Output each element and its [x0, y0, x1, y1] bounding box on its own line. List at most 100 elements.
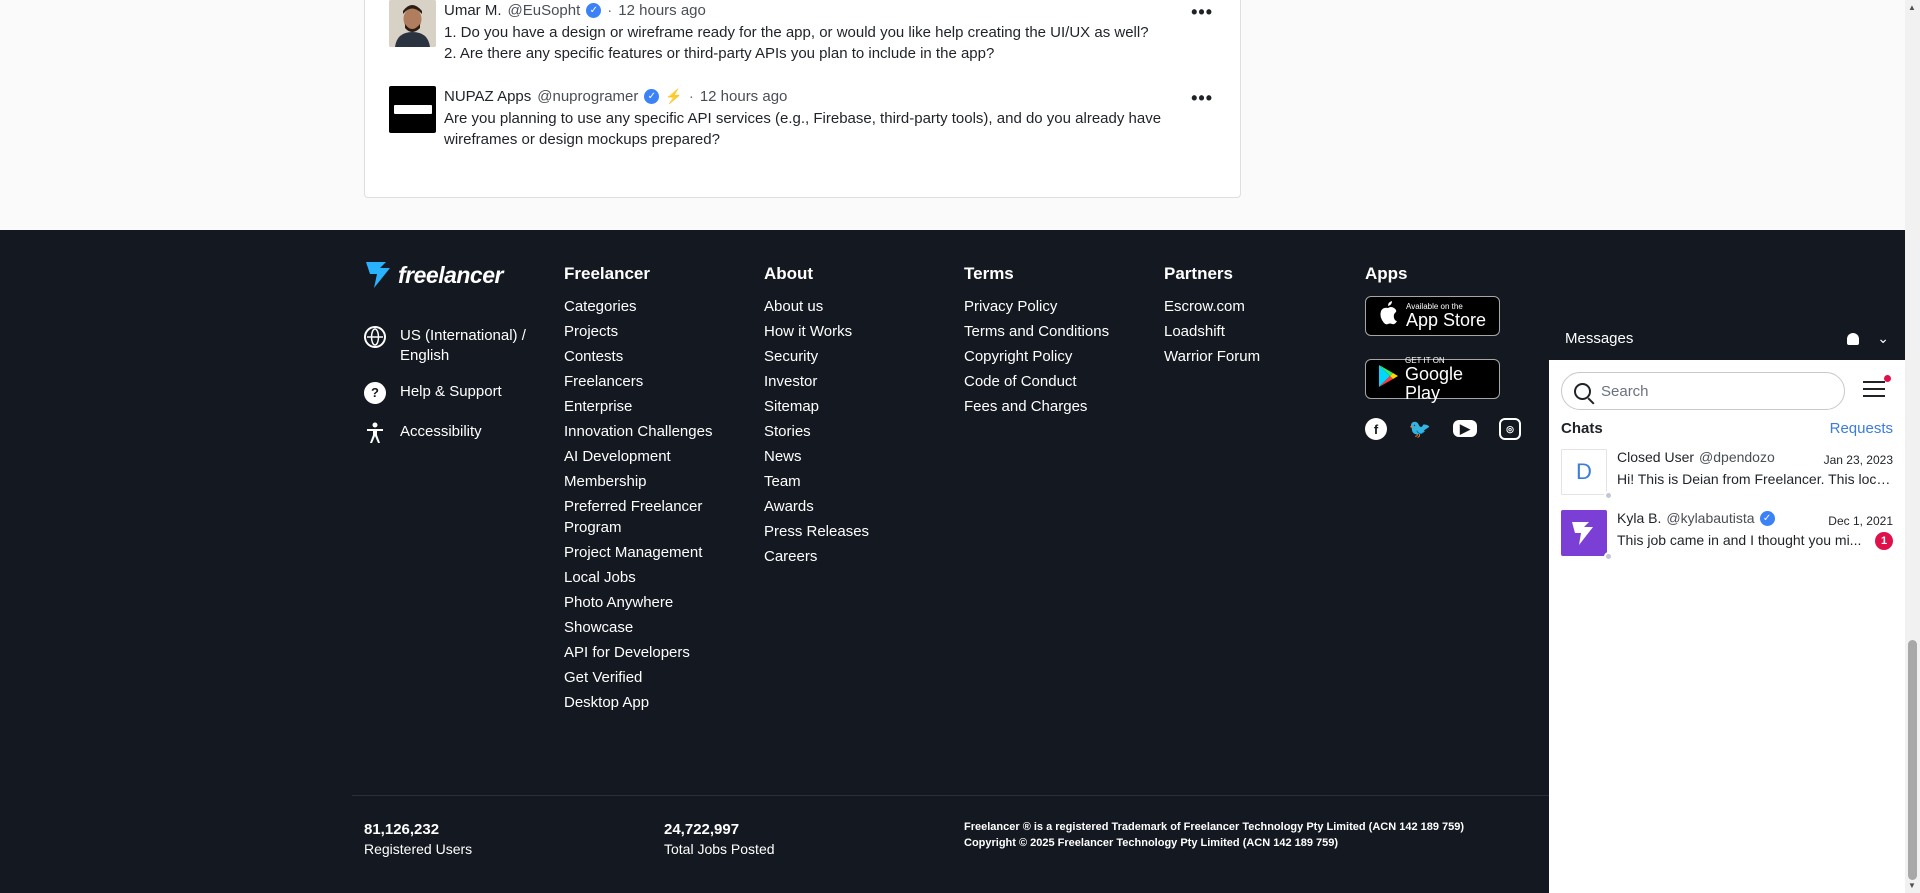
filter-notification-dot [1884, 375, 1891, 382]
comment-author[interactable]: Umar M. [444, 2, 502, 19]
stat-registered-users: 81,126,232 Registered Users [364, 820, 472, 859]
avatar-logo [393, 105, 432, 114]
footer-link[interactable]: Desktop App [564, 692, 712, 713]
avatar[interactable] [389, 86, 436, 133]
legal-line: Freelancer ® is a registered Trademark o… [964, 821, 1465, 833]
footer-link[interactable]: Awards [764, 496, 869, 517]
column-title: Terms [964, 264, 1014, 283]
footer-link[interactable]: Photo Anywhere [564, 592, 712, 613]
preferred-freelancer-icon: ⚡ [665, 87, 683, 104]
google-play-button[interactable]: GET IT ON Google Play [1365, 356, 1500, 402]
freelancer-bird-icon [1572, 522, 1593, 545]
accessibility-label: Accessibility [400, 423, 482, 440]
scroll-up-arrow-icon[interactable]: ▲ [1908, 3, 1916, 12]
more-icon[interactable]: ••• [1191, 2, 1213, 23]
social-links: f 🐦 ▶ ◎ [1365, 418, 1521, 440]
apple-icon [1376, 301, 1400, 331]
language-selector[interactable]: US (International) / English [364, 326, 526, 366]
footer-column-about: About About us How it Works Security Inv… [764, 264, 869, 571]
footer-link[interactable]: Fees and Charges [964, 396, 1109, 417]
footer-link[interactable]: Local Jobs [564, 567, 712, 588]
bell-icon[interactable] [1847, 332, 1860, 345]
footer-link[interactable]: Innovation Challenges [564, 421, 712, 442]
footer-link[interactable]: Project Management [564, 542, 712, 563]
freelancer-bird-icon [366, 262, 390, 288]
chat-user-name: Kyla B. [1617, 510, 1662, 526]
messages-title: Messages [1565, 330, 1634, 347]
footer-link[interactable]: Team [764, 471, 869, 492]
footer-link[interactable]: Copyright Policy [964, 346, 1109, 367]
comment-line: wireframes or design mockups prepared? [444, 131, 720, 148]
footer-link[interactable]: Membership [564, 471, 712, 492]
comment-text: 1. Do you have a design or wireframe rea… [444, 22, 1184, 64]
footer-link[interactable]: Preferred Freelancer [564, 496, 712, 517]
freelancer-logo[interactable]: freelancer [364, 260, 503, 290]
youtube-icon[interactable]: ▶ [1453, 420, 1477, 437]
comment-body: NUPAZ Apps @nuprogramer ✓ ⚡ · 12 hours a… [444, 86, 1184, 150]
footer-link[interactable]: Warrior Forum [1164, 346, 1260, 367]
footer-link[interactable]: Terms and Conditions [964, 321, 1109, 342]
messages-search [1561, 372, 1845, 410]
column-title: Partners [1164, 264, 1233, 283]
chat-preview: Hi! This is Deian from Freelancer. This … [1617, 471, 1893, 487]
footer-link[interactable]: Stories [764, 421, 869, 442]
separator: · [688, 87, 694, 105]
footer-link[interactable]: Escrow.com [1164, 296, 1260, 317]
column-title: Freelancer [564, 264, 650, 283]
messages-search-row [1549, 360, 1905, 410]
stat-value: 81,126,232 [364, 821, 440, 838]
help-support-link[interactable]: ? Help & Support [364, 382, 502, 404]
footer-link[interactable]: Contests [564, 346, 712, 367]
page-scrollbar[interactable]: ▲ ▼ [1905, 0, 1920, 893]
footer-link[interactable]: Code of Conduct [964, 371, 1109, 392]
comment-handle[interactable]: @nuprogramer [537, 88, 638, 105]
chat-name: Closed User @dpendozo [1617, 449, 1775, 465]
chats-label: Chats [1561, 420, 1603, 437]
footer-link[interactable]: AI Development [564, 446, 712, 467]
chevron-down-icon[interactable]: ⌄ [1877, 330, 1889, 347]
footer-link[interactable]: News [764, 446, 869, 467]
scroll-down-arrow-icon[interactable]: ▼ [1908, 881, 1916, 890]
footer-link[interactable]: Freelancers [564, 371, 712, 392]
footer-link[interactable]: Privacy Policy [964, 296, 1109, 317]
avatar[interactable] [389, 0, 436, 47]
footer-link[interactable]: Program [564, 517, 712, 538]
comment-line: 1. Do you have a design or wireframe rea… [444, 24, 1149, 41]
messages-header[interactable]: Messages ⌄ [1549, 317, 1905, 360]
more-icon[interactable]: ••• [1191, 88, 1213, 109]
footer-link[interactable]: Press Releases [764, 521, 869, 542]
stat-total-jobs: 24,722,997 Total Jobs Posted [664, 820, 775, 859]
footer-link[interactable]: API for Developers [564, 642, 712, 663]
chat-item[interactable]: D Closed User @dpendozo Jan 23, 2023 Hi!… [1549, 447, 1905, 508]
footer-link[interactable]: Careers [764, 546, 869, 567]
comment-handle[interactable]: @EuSopht [508, 2, 581, 19]
stat-label: Total Jobs Posted [664, 841, 775, 857]
facebook-icon[interactable]: f [1365, 418, 1387, 440]
footer-link[interactable]: Security [764, 346, 869, 367]
accessibility-link[interactable]: Accessibility [364, 422, 482, 444]
search-input[interactable] [1601, 382, 1821, 400]
footer-column-partners: Partners Escrow.com Loadshift Warrior Fo… [1164, 264, 1260, 371]
chat-item[interactable]: Kyla B. @kylabautista ✓ Dec 1, 2021 This… [1549, 508, 1905, 569]
google-play-big: Google Play [1405, 363, 1464, 403]
footer-link[interactable]: Get Verified [564, 667, 712, 688]
footer-link[interactable]: Enterprise [564, 396, 712, 417]
avatar: D [1561, 449, 1607, 495]
twitter-icon[interactable]: 🐦 [1409, 418, 1431, 440]
instagram-icon[interactable]: ◎ [1499, 418, 1521, 440]
footer-link[interactable]: Investor [764, 371, 869, 392]
footer-link[interactable]: About us [764, 296, 869, 317]
filter-icon[interactable] [1863, 375, 1891, 401]
search-icon [1574, 382, 1591, 400]
footer-link[interactable]: Loadshift [1164, 321, 1260, 342]
footer-link[interactable]: Showcase [564, 617, 712, 638]
footer-link[interactable]: Sitemap [764, 396, 869, 417]
footer-link[interactable]: Categories [564, 296, 712, 317]
scrollbar-thumb[interactable] [1908, 640, 1917, 880]
footer-link[interactable]: Projects [564, 321, 712, 342]
app-store-button[interactable]: Available on the App Store [1365, 296, 1500, 336]
footer-link[interactable]: How it Works [764, 321, 869, 342]
comment-time: 12 hours ago [618, 1, 706, 19]
requests-link[interactable]: Requests [1830, 420, 1893, 437]
comment-author[interactable]: NUPAZ Apps [444, 88, 531, 105]
